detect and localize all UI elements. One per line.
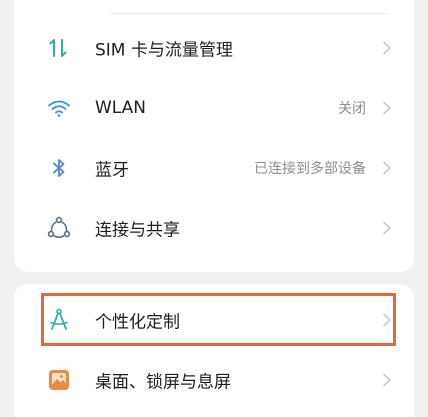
sim-label: SIM 卡与流量管理 [95,40,233,61]
connection-sharing-label: 连接与共享 [95,220,180,241]
settings-item-connection-sharing[interactable]: 连接与共享 [0,199,428,257]
settings-item-bluetooth[interactable]: 蓝牙 已连接到多部设备 [0,139,428,197]
wifi-icon [46,95,72,121]
chevron-right-icon [380,221,394,235]
settings-item-sim[interactable]: SIM 卡与流量管理 [0,19,428,77]
chevron-right-icon [380,101,394,115]
chevron-right-icon [380,41,394,55]
chevron-right-icon [380,161,394,175]
settings-item-wlan[interactable]: WLAN 关闭 [0,79,428,137]
settings-screen: SIM 卡与流量管理 WLAN 关闭 蓝牙 已连接到多部设备 连接与共享 个性化… [0,0,428,417]
desktop-lockscreen-label: 桌面、锁屏与息屏 [95,372,231,393]
settings-item-desktop-lockscreen[interactable]: 桌面、锁屏与息屏 [0,351,428,409]
personalization-label: 个性化定制 [95,312,180,333]
bluetooth-icon [46,155,72,181]
wallpaper-icon [46,367,72,393]
data-arrows-icon [46,35,72,61]
divider [110,13,388,14]
chevron-right-icon [380,373,394,387]
wlan-status: 关闭 [338,101,366,117]
bluetooth-status: 已连接到多部设备 [254,161,366,177]
wlan-label: WLAN [95,98,147,118]
chevron-right-icon [380,313,394,327]
settings-item-personalization[interactable]: 个性化定制 [0,291,428,349]
share-network-icon [46,215,72,241]
bluetooth-label: 蓝牙 [95,160,129,181]
compass-icon [46,307,72,333]
